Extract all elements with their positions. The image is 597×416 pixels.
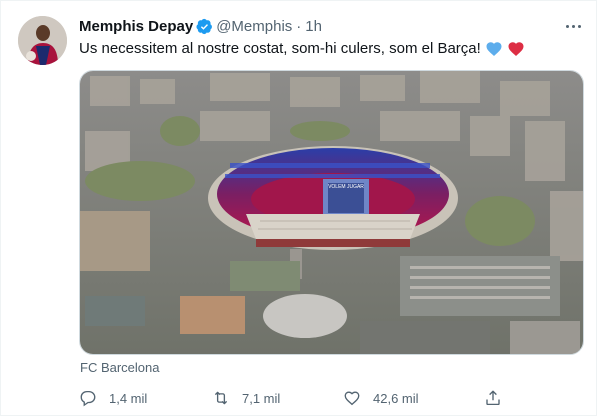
red-heart-emoji xyxy=(507,40,525,58)
author-name[interactable]: Memphis Depay xyxy=(79,18,193,35)
blue-heart-emoji xyxy=(485,40,503,58)
like-icon xyxy=(344,391,360,406)
more-icon[interactable] xyxy=(561,16,585,36)
separator-dot: · xyxy=(296,17,302,35)
retweet-button[interactable]: 7,1 mil xyxy=(212,387,280,409)
verified-badge-icon xyxy=(196,18,213,34)
author-handle[interactable]: @Memphis xyxy=(216,18,292,35)
tweet-text: Us necessitem al nostre costat, som-hi c… xyxy=(79,39,525,59)
avatar[interactable] xyxy=(18,16,67,65)
retweet-icon xyxy=(214,391,228,405)
tweet-text-content: Us necessitem al nostre costat, som-hi c… xyxy=(79,40,481,57)
retweet-count: 7,1 mil xyxy=(242,390,281,406)
reply-count: 1,4 mil xyxy=(109,390,148,406)
share-icon xyxy=(486,390,500,406)
tweet-time[interactable]: 1h xyxy=(305,18,322,35)
tweet-photo[interactable]: VOLEM JUGAR xyxy=(79,70,584,355)
tweet-header: Memphis Depay @Memphis · 1h xyxy=(79,16,322,36)
share-button[interactable] xyxy=(484,387,514,409)
reply-icon xyxy=(80,390,96,407)
tweet-card[interactable]: Memphis Depay @Memphis · 1h Us necessite… xyxy=(0,0,597,416)
stadium-banner-text: VOLEM JUGAR xyxy=(328,184,364,190)
action-bar: 1,4 mil 7,1 mil 42,6 mil xyxy=(79,387,584,409)
like-count: 42,6 mil xyxy=(373,390,419,406)
like-button[interactable]: 42,6 mil xyxy=(343,387,419,409)
reply-button[interactable]: 1,4 mil xyxy=(79,387,147,409)
media-source[interactable]: FC Barcelona xyxy=(80,360,159,375)
